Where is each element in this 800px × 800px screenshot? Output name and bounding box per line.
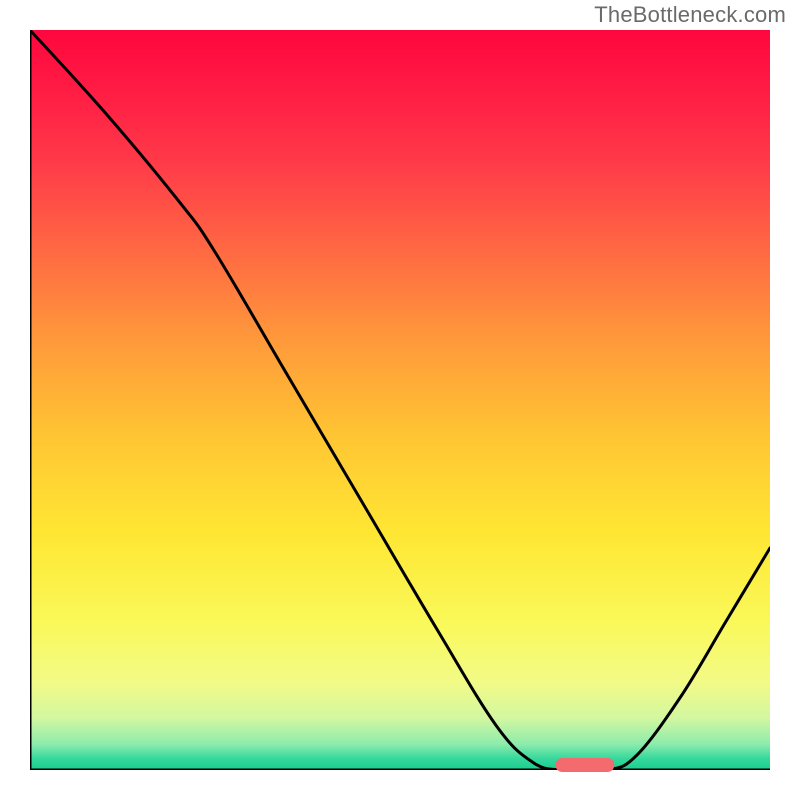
plot-area [30, 30, 770, 770]
gradient-background [30, 30, 770, 770]
optimal-region-marker [555, 758, 614, 772]
chart-stage: TheBottleneck.com [0, 0, 800, 800]
watermark-label: TheBottleneck.com [594, 2, 786, 28]
